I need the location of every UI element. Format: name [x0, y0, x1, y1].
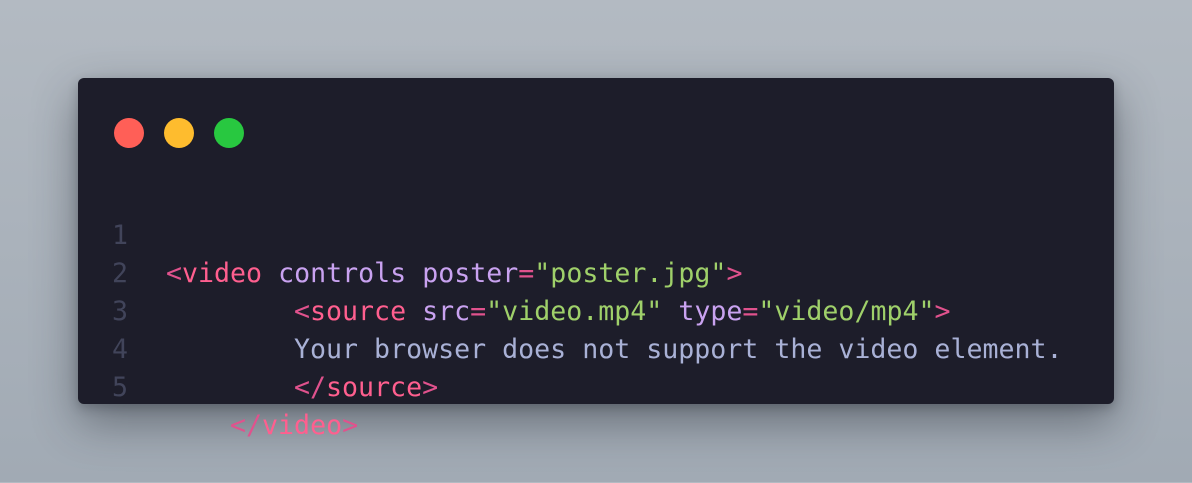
code-token: >	[422, 372, 439, 403]
code-token: </	[230, 410, 263, 441]
code-window: 1 <video controls poster="poster.jpg"> 2…	[78, 78, 1114, 441]
code-block: 1 <video controls poster="poster.jpg"> 2…	[78, 179, 1114, 441]
code-line: 3 Your browser does not support the vide…	[78, 255, 1114, 365]
maximize-button[interactable]	[214, 118, 244, 148]
code-line: 4 </source>	[78, 293, 1114, 403]
line-number: 5	[112, 372, 129, 403]
code-token: </	[294, 372, 327, 403]
code-token: video	[262, 410, 343, 441]
code-line-content: </source>	[294, 369, 438, 407]
minimize-button[interactable]	[164, 118, 194, 148]
close-button[interactable]	[114, 118, 144, 148]
code-token: source	[326, 372, 423, 403]
code-line: 1 <video controls poster="poster.jpg">	[78, 179, 1114, 289]
code-line: 5 </video>	[78, 331, 1114, 441]
code-line: 2 <source src="video.mp4" type="video/mp…	[78, 217, 1114, 327]
code-token: >	[342, 410, 359, 441]
code-line-content: </video>	[230, 407, 358, 445]
